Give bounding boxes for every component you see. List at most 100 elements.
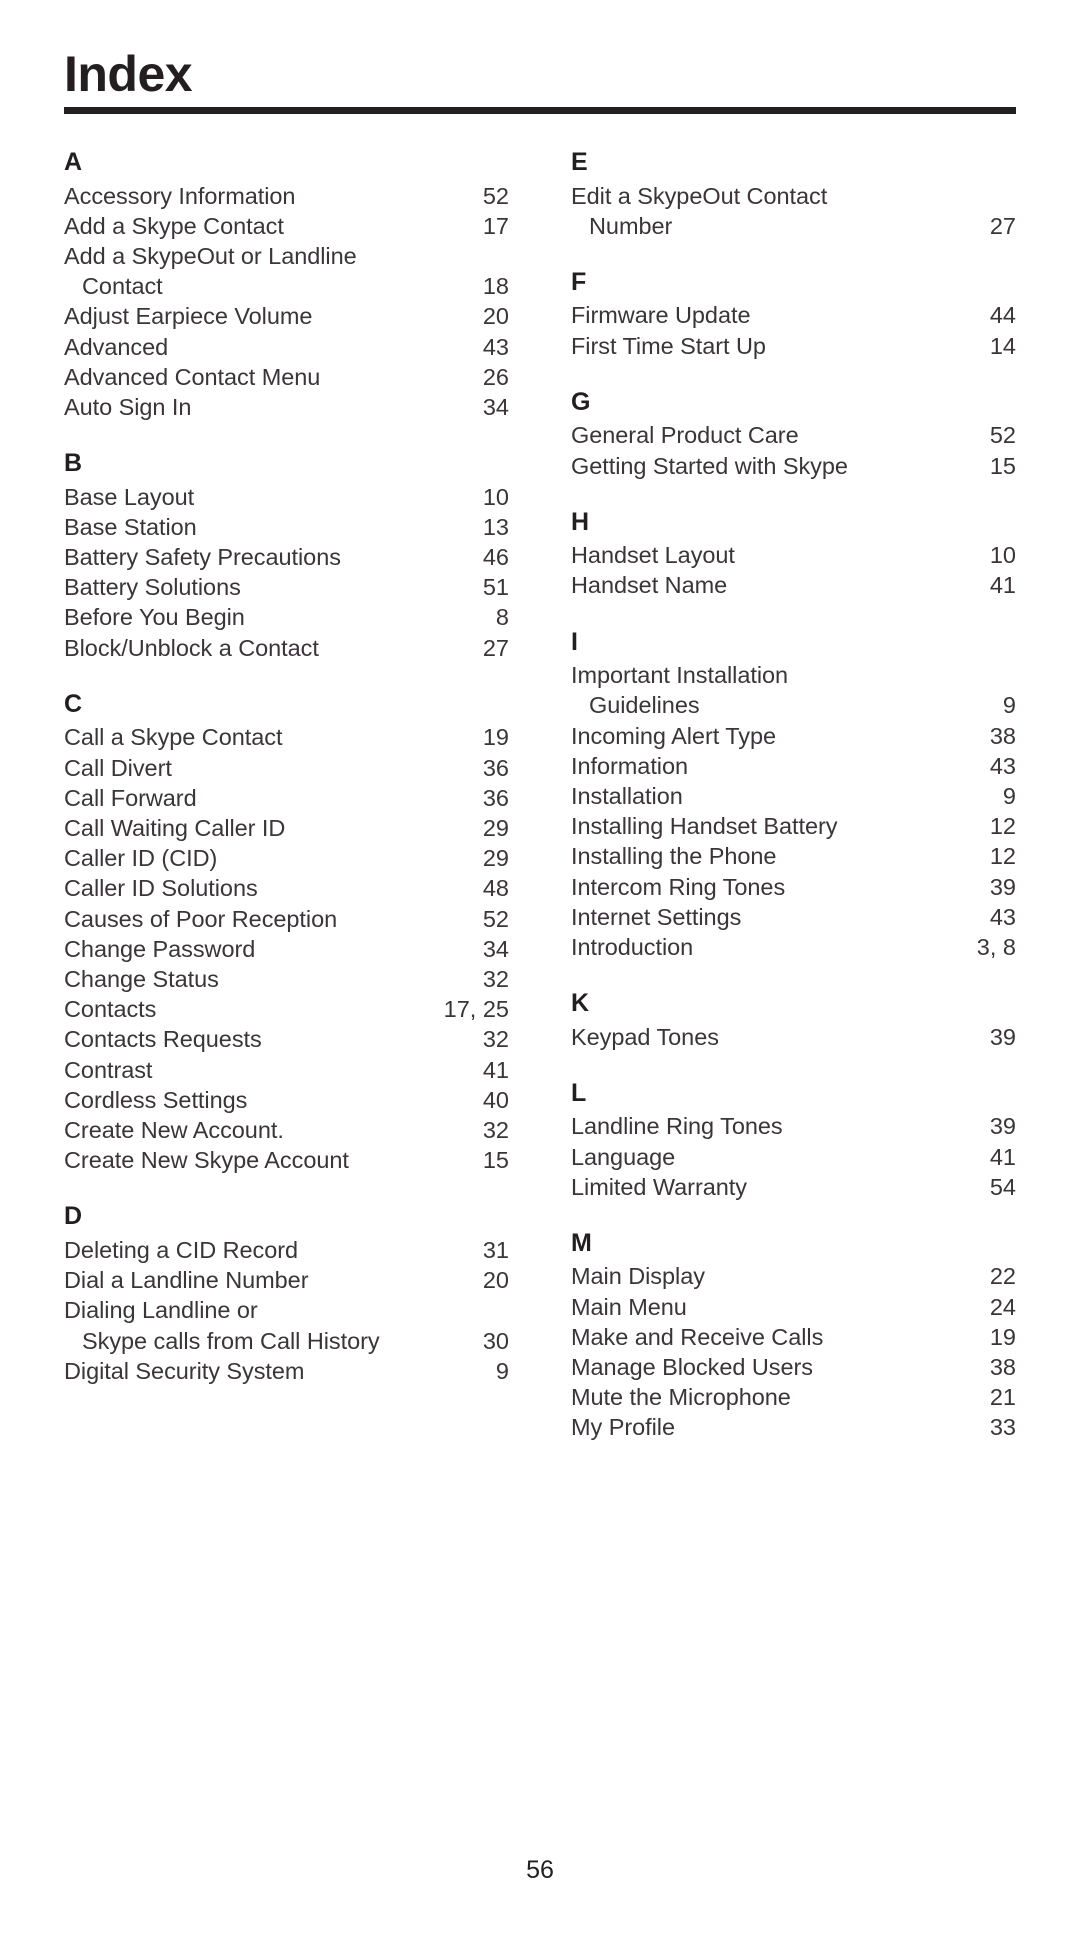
index-entry-page-number: 20 [482,303,509,330]
index-entry-label: Installing the Phone [571,843,777,870]
index-entry: Auto Sign In 34 [64,392,509,422]
index-entry-label: Battery Solutions [64,574,241,601]
section-letter: G [571,387,591,416]
index-entry: Change Status 32 [64,964,509,994]
index-entry: Call Forward 36 [64,783,509,813]
index-entry-page-number: 32 [482,1026,509,1053]
index-entry: Causes of Poor Reception 52 [64,904,509,934]
index-entry-label: Caller ID (CID) [64,845,218,872]
index-entry-label: Create New Account. [64,1116,284,1143]
index-entry-label: Edit a SkypeOut Contact [571,182,828,209]
title-divider [64,106,1016,114]
section-letter: C [64,689,83,718]
index-entry-label: Before You Begin [64,604,245,631]
page-folio: 56 [526,1856,554,1884]
index-section-k: K Keypad Tones 39 [571,989,1016,1052]
index-entry: Skype calls from Call History 30 [64,1326,509,1356]
index-entry: Language 41 [571,1142,1016,1172]
index-entry-label: Intercom Ring Tones [571,873,786,900]
index-entry-label: Change Password [64,935,256,962]
index-section-b: B Base Layout 10 Base Station 13 Battery Safe… [64,449,509,663]
index-entry: Call a Skype Contact 19 [64,722,509,752]
index-entry-label: My Profile [571,1414,675,1441]
index-entry: Main Menu 24 [571,1292,1016,1322]
index-entry-page-number: 8 [495,604,509,631]
index-entry-page-number: 31 [482,1236,509,1263]
index-section-m: M Main Display 22 Main Menu 24 Make and Recei… [571,1229,1016,1443]
index-entry: Handset Layout 10 [571,540,1016,570]
index-columns: A Accessory Information 52 Add a Skype Cont… [64,148,1016,1443]
index-entry-page-number: 41 [989,572,1016,599]
index-entry: Deleting a CID Record 31 [64,1235,509,1265]
index-entry: Contact 18 [64,271,509,301]
index-entry-label: Make and Receive Calls [571,1323,824,1350]
index-entry: Installing Handset Battery 12 [571,811,1016,841]
index-page: Index A Accessory Information 52 Add a Skyp… [0,0,1080,1947]
right-column: E Edit a SkypeOut Contact Number 27 F Firmwar… [571,148,1016,1443]
index-entry: Adjust Earpiece Volume 20 [64,301,509,331]
index-entry-label: Information [571,752,689,779]
index-entry: Getting Started with Skype 15 [571,451,1016,481]
index-entry-label: Base Station [64,513,197,540]
index-entry-label: Battery Safety Precautions [64,544,341,571]
index-section-h: H Handset Layout 10 Handset Name 41 [571,508,1016,601]
index-entry: Create New Account. 32 [64,1115,509,1145]
index-entry-label: Contact [82,273,163,300]
index-entry-label: Important Installation [571,662,789,689]
index-entry: Advanced Contact Menu 26 [64,362,509,392]
index-entry-label: Mute the Microphone [571,1384,791,1411]
index-entry-label: Handset Name [571,572,728,599]
index-entry-label: Base Layout [64,483,195,510]
index-entry: Before You Begin 8 [64,602,509,632]
index-entry: My Profile 33 [571,1412,1016,1442]
index-entry: Dial a Landline Number 20 [64,1265,509,1295]
index-entry-page-number: 40 [482,1086,509,1113]
index-entry-label: Cordless Settings [64,1086,248,1113]
index-entry-page-number: 54 [989,1173,1016,1200]
index-entry-label: Guidelines [589,692,700,719]
index-entry: Battery Solutions 51 [64,572,509,602]
index-entry: Manage Blocked Users 38 [571,1352,1016,1382]
index-entry-label: Landline Ring Tones [571,1113,783,1140]
index-entry: Advanced 43 [64,332,509,362]
title-block: Index [64,48,1016,114]
index-entry: Battery Safety Precautions 46 [64,542,509,572]
index-entry-label: Incoming Alert Type [571,722,777,749]
section-letter: K [571,989,590,1018]
section-letter: D [64,1202,83,1231]
index-entry-page-number: 24 [989,1293,1016,1320]
index-entry-label: Main Menu [571,1293,687,1320]
index-entry-page-number: 29 [482,845,509,872]
index-entry-page-number: 12 [989,843,1016,870]
index-entry-page-number: 26 [482,363,509,390]
index-entry: Limited Warranty 54 [571,1172,1016,1202]
index-entry-page-number: 13 [482,513,509,540]
index-entry-page-number: 43 [482,333,509,360]
index-entry-label: Accessory Information [64,182,296,209]
index-entry: Create New Skype Account 15 [64,1145,509,1175]
index-entry-page-number: 39 [989,1023,1016,1050]
section-letter: E [571,148,588,176]
index-entry: Base Layout 10 [64,482,509,512]
index-entry-label: Getting Started with Skype [571,452,848,479]
index-entry: Intercom Ring Tones 39 [571,872,1016,902]
index-entry-page-number: 39 [989,1113,1016,1140]
section-letter: A [64,148,83,176]
index-entry-page-number: 3, 8 [976,933,1016,960]
index-entry-page-number: 32 [482,965,509,992]
index-entry: Firmware Update 44 [571,300,1016,330]
index-entry: Call Divert 36 [64,753,509,783]
index-entry-page-number: 41 [482,1056,509,1083]
index-entry-page-number: 10 [989,542,1016,569]
section-letter: H [571,507,590,536]
index-entry-page-number: 17 [482,212,509,239]
index-entry: Cordless Settings 40 [64,1085,509,1115]
index-section-i: I Important Installation Guidelines 9 Incomi… [571,628,1016,963]
index-section-d: D Deleting a CID Record 31 Dial a Landline … [64,1202,509,1386]
index-entry: Keypad Tones 39 [571,1022,1016,1052]
index-entry-page-number: 38 [989,1354,1016,1381]
index-section-c: C Call a Skype Contact 19 Call Divert 36 Call… [64,690,509,1176]
section-letter: I [571,627,579,656]
index-entry-page-number: 9 [1002,692,1016,719]
index-entry-page-number: 43 [989,752,1016,779]
